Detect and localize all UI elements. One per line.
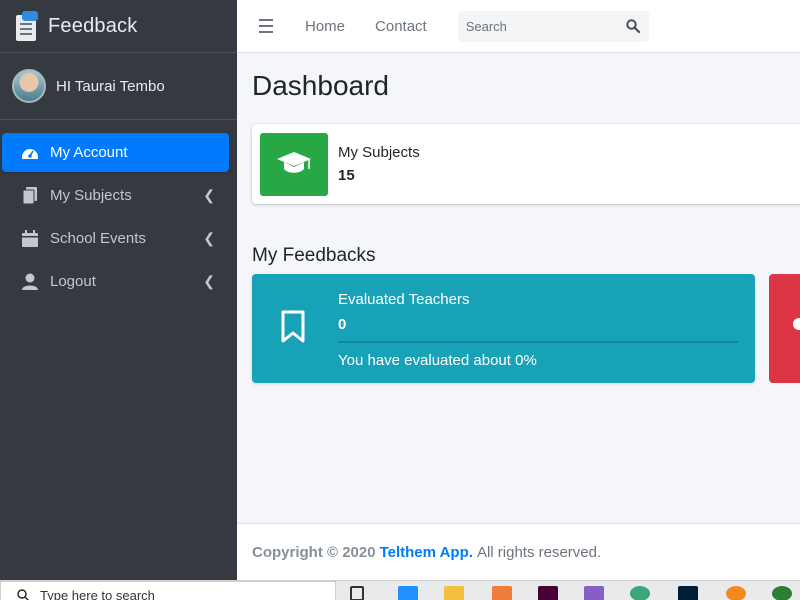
os-taskbar: Type here to search bbox=[0, 580, 800, 600]
chevron-left-icon: ❮ bbox=[203, 273, 215, 289]
chevron-left-icon: ❮ bbox=[203, 187, 215, 203]
hamburger-menu-icon[interactable] bbox=[259, 19, 275, 33]
sidebar-item-logout[interactable]: Logout ❮ bbox=[2, 262, 229, 301]
nav-link-contact[interactable]: Contact bbox=[375, 18, 427, 35]
second-feedback-box bbox=[769, 274, 800, 383]
taskbar-search-text: Type here to search bbox=[40, 587, 155, 600]
task-view-icon[interactable] bbox=[350, 586, 364, 600]
xd-icon[interactable] bbox=[538, 586, 558, 600]
app-icon[interactable] bbox=[630, 586, 650, 600]
sidebar-item-label: School Events bbox=[50, 230, 146, 247]
main-sidebar: Feedback HI Taurai Tembo My Account My S… bbox=[0, 0, 237, 580]
app-icon[interactable] bbox=[492, 586, 512, 600]
evaluated-number: 0 bbox=[338, 316, 347, 333]
feedback-logo-icon bbox=[14, 11, 38, 41]
evaluated-teachers-box: Evaluated Teachers 0 You have evaluated … bbox=[252, 274, 755, 383]
sidebar-item-label: My Subjects bbox=[50, 187, 132, 204]
sidebar-nav: My Account My Subjects ❮ School Events ❮… bbox=[0, 120, 237, 301]
app-icon[interactable] bbox=[726, 586, 746, 600]
footer-brand-link[interactable]: Telthem App. bbox=[380, 544, 473, 561]
user-panel[interactable]: HI Taurai Tembo bbox=[0, 53, 237, 120]
search-input[interactable] bbox=[457, 10, 618, 42]
search-icon bbox=[626, 19, 640, 33]
sidebar-item-school-events[interactable]: School Events ❮ bbox=[2, 219, 229, 258]
page-title: Dashboard bbox=[252, 70, 389, 101]
taskbar-search[interactable]: Type here to search bbox=[0, 581, 336, 600]
comment-icon bbox=[793, 318, 800, 330]
sidebar-item-my-subjects[interactable]: My Subjects ❮ bbox=[2, 176, 229, 215]
copy-icon bbox=[20, 186, 40, 206]
info-box-number: 15 bbox=[338, 167, 355, 184]
sidebar-item-my-account[interactable]: My Account bbox=[2, 133, 229, 172]
user-greeting: HI Taurai Tembo bbox=[56, 77, 165, 95]
sidebar-item-label: My Account bbox=[50, 144, 128, 161]
brand-link[interactable]: Feedback bbox=[0, 0, 237, 53]
evaluated-description: You have evaluated about 0% bbox=[338, 352, 537, 369]
subjects-info-box: My Subjects 15 bbox=[252, 124, 800, 204]
file-explorer-icon[interactable] bbox=[444, 586, 464, 600]
bookmark-icon bbox=[281, 310, 305, 343]
app-icon[interactable] bbox=[398, 586, 418, 600]
search-form bbox=[457, 10, 649, 42]
photoshop-icon[interactable] bbox=[678, 586, 698, 600]
search-button[interactable] bbox=[618, 11, 648, 42]
info-box-label: My Subjects bbox=[338, 144, 420, 161]
page-footer: Copyright © 2020 Telthem App. All rights… bbox=[237, 523, 800, 580]
chevron-left-icon: ❮ bbox=[203, 230, 215, 246]
evaluated-progress-bar bbox=[338, 341, 738, 343]
graduation-cap-icon bbox=[260, 132, 328, 196]
search-icon bbox=[17, 588, 30, 600]
calendar-icon bbox=[20, 229, 40, 249]
top-navbar: Home Contact bbox=[237, 0, 800, 53]
nav-link-home[interactable]: Home bbox=[305, 18, 345, 35]
footer-rights: All rights reserved. bbox=[476, 543, 602, 561]
visual-studio-icon[interactable] bbox=[584, 586, 604, 600]
app-icon[interactable] bbox=[772, 586, 792, 600]
tachometer-icon bbox=[20, 143, 40, 163]
brand-title: Feedback bbox=[48, 14, 138, 37]
footer-copyright: Copyright © 2020 bbox=[252, 543, 376, 561]
evaluated-label: Evaluated Teachers bbox=[338, 291, 470, 308]
feedbacks-section-title: My Feedbacks bbox=[252, 245, 376, 266]
user-icon bbox=[20, 272, 40, 292]
sidebar-item-label: Logout bbox=[50, 273, 96, 290]
avatar bbox=[12, 69, 46, 103]
